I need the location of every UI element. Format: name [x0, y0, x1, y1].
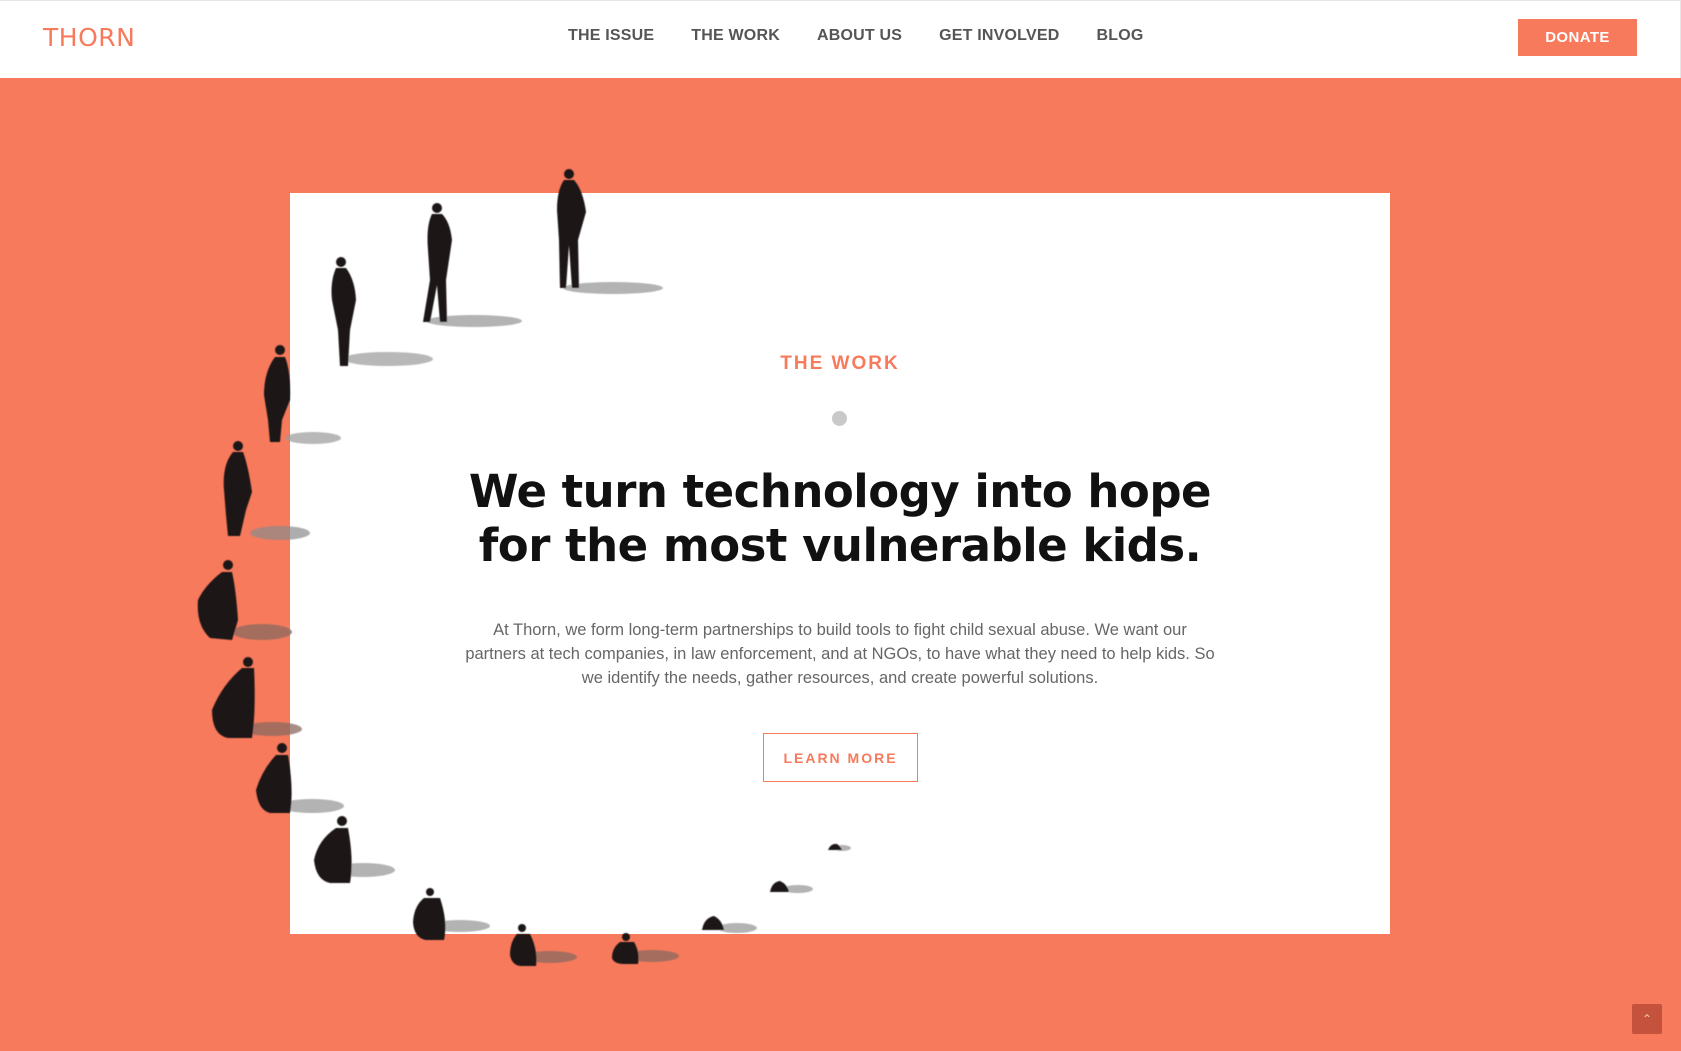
hero-headline: We turn technology into hope for the mos… [390, 465, 1290, 573]
description-line-2: partners at tech companies, in law enfor… [465, 645, 1215, 663]
headline-line-1: We turn technology into hope [468, 465, 1212, 518]
chevron-up-icon: ⌃ [1641, 1012, 1653, 1026]
main-nav: THE ISSUE THE WORK ABOUT US GET INVOLVED… [568, 27, 1181, 45]
nav-item-the-work[interactable]: THE WORK [691, 27, 780, 45]
decorative-dot [832, 411, 847, 426]
page: THORN THE ISSUE THE WORK ABOUT US GET IN… [0, 0, 1681, 1051]
thorn-logo[interactable]: THORN [43, 23, 135, 52]
site-header: THORN THE ISSUE THE WORK ABOUT US GET IN… [0, 0, 1681, 78]
headline-line-2: for the most vulnerable kids. [478, 519, 1202, 572]
nav-item-blog[interactable]: BLOG [1096, 27, 1143, 45]
description-line-3: we identify the needs, gather resources,… [581, 669, 1099, 687]
description-line-1: At Thorn, we form long-term partnerships… [493, 621, 1187, 639]
hero-description: At Thorn, we form long-term partnerships… [460, 618, 1220, 690]
crouching-figure [612, 933, 679, 964]
section-eyebrow: THE WORK [780, 353, 900, 374]
nav-item-about-us[interactable]: ABOUT US [817, 27, 902, 45]
nav-item-the-issue[interactable]: THE ISSUE [568, 27, 654, 45]
learn-more-button[interactable]: LEARN MORE [763, 733, 918, 782]
donate-button[interactable]: DONATE [1518, 19, 1637, 56]
crouching-figure [197, 560, 292, 640]
crouching-figure [212, 657, 302, 738]
nav-item-get-involved[interactable]: GET INVOLVED [939, 27, 1059, 45]
scroll-to-top-button[interactable]: ⌃ [1632, 1004, 1662, 1034]
hero-card: THE WORK We turn technology into hope fo… [290, 193, 1390, 934]
